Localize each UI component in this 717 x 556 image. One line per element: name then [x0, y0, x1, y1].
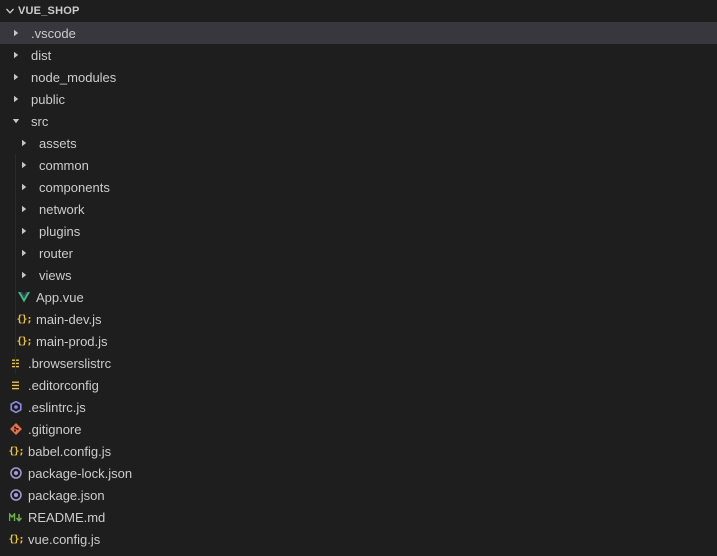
- chevron-right-icon[interactable]: [16, 264, 32, 286]
- tree-folder-router[interactable]: router: [0, 242, 717, 264]
- tree-item-label: common: [39, 157, 89, 173]
- tree-folder-src[interactable]: src: [0, 110, 717, 132]
- tree-item-label: package-lock.json: [28, 465, 133, 481]
- tree-item-label: App.vue: [36, 289, 84, 305]
- tree-folder-network[interactable]: network: [0, 198, 717, 220]
- tree-item-label: .vscode: [31, 25, 76, 41]
- tree-folder-node-modules[interactable]: node_modules: [0, 66, 717, 88]
- tree-item-label: plugins: [39, 223, 81, 239]
- vue-icon: [16, 286, 32, 308]
- chevron-right-icon[interactable]: [16, 154, 32, 176]
- tree-item-label: babel.config.js: [28, 443, 112, 459]
- eslint-icon: [8, 396, 24, 418]
- tree-folder-public[interactable]: public: [0, 88, 717, 110]
- tree-folder-common[interactable]: common: [0, 154, 717, 176]
- tree-folder-plugins[interactable]: plugins: [0, 220, 717, 242]
- tree-item-label: assets: [39, 135, 77, 151]
- chevron-down-icon: [4, 5, 16, 17]
- tree-file-package-json[interactable]: package.json: [0, 484, 717, 506]
- tree-item-label: vue.config.js: [28, 531, 101, 547]
- tree-file-browserslistrc[interactable]: .browserslistrc: [0, 352, 717, 374]
- tree-file-readme-md[interactable]: README.md: [0, 506, 717, 528]
- markdown-icon: [8, 506, 24, 528]
- config-lines-icon: [8, 374, 24, 396]
- tree-item-label: .browserslistrc: [28, 355, 112, 371]
- chevron-right-icon[interactable]: [16, 242, 32, 264]
- tree-item-label: public: [31, 91, 65, 107]
- file-explorer: VUE_SHOP .vscode dist node_modulespublic sr…: [0, 0, 717, 556]
- tree-item-label: dist: [31, 47, 52, 63]
- tree-item-label: network: [39, 201, 85, 217]
- tree-item-label: components: [39, 179, 110, 195]
- tree-folder-views[interactable]: views: [0, 264, 717, 286]
- json-icon: [8, 484, 24, 506]
- tree-file-app-vue[interactable]: App.vue: [0, 286, 717, 308]
- file-tree: .vscode dist node_modulespublic src assets co…: [0, 22, 717, 550]
- tree-file-main-prod-js[interactable]: {}; main-prod.js: [0, 330, 717, 352]
- chevron-right-icon[interactable]: [8, 66, 24, 88]
- tree-file-babel-config-js[interactable]: {}; babel.config.js: [0, 440, 717, 462]
- tree-item-label: README.md: [28, 509, 106, 525]
- tree-item-label: .eslintrc.js: [28, 399, 86, 415]
- chevron-right-icon[interactable]: [16, 132, 32, 154]
- chevron-right-icon[interactable]: [8, 88, 24, 110]
- tree-file-eslintrc-js[interactable]: .eslintrc.js: [0, 396, 717, 418]
- tree-item-label: package.json: [28, 487, 105, 503]
- config-lines-icon: [8, 352, 24, 374]
- tree-item-label: .editorconfig: [28, 377, 99, 393]
- chevron-right-icon[interactable]: [16, 198, 32, 220]
- tree-item-label: src: [31, 113, 49, 129]
- tree-file-vue-config-js[interactable]: {}; vue.config.js: [0, 528, 717, 550]
- js-icon: {};: [8, 445, 24, 457]
- chevron-right-icon[interactable]: [16, 176, 32, 198]
- tree-item-label: node_modules: [31, 69, 117, 85]
- tree-file-main-dev-js[interactable]: {}; main-dev.js: [0, 308, 717, 330]
- tree-file-package-lock-json[interactable]: package-lock.json: [0, 462, 717, 484]
- tree-folder-components[interactable]: components: [0, 176, 717, 198]
- explorer-root-header[interactable]: VUE_SHOP: [0, 0, 717, 22]
- explorer-root-label: VUE_SHOP: [18, 5, 80, 17]
- tree-folder-vscode[interactable]: .vscode: [0, 22, 717, 44]
- js-icon: {};: [8, 533, 24, 545]
- indent-guide: [15, 154, 16, 374]
- tree-item-label: router: [39, 245, 73, 261]
- tree-item-label: main-dev.js: [36, 311, 102, 327]
- tree-item-label: main-prod.js: [36, 333, 108, 349]
- js-icon: {};: [16, 335, 32, 347]
- js-icon: {};: [16, 313, 32, 325]
- tree-folder-dist[interactable]: dist: [0, 44, 717, 66]
- tree-file-editorconfig[interactable]: .editorconfig: [0, 374, 717, 396]
- tree-item-label: .gitignore: [28, 421, 82, 437]
- chevron-right-icon[interactable]: [16, 220, 32, 242]
- chevron-right-icon[interactable]: [8, 44, 24, 66]
- chevron-down-icon[interactable]: [8, 110, 24, 132]
- tree-item-label: views: [39, 267, 72, 283]
- chevron-right-icon[interactable]: [8, 22, 24, 44]
- json-icon: [8, 462, 24, 484]
- git-icon: [8, 418, 24, 440]
- tree-folder-assets[interactable]: assets: [0, 132, 717, 154]
- tree-file-gitignore[interactable]: .gitignore: [0, 418, 717, 440]
